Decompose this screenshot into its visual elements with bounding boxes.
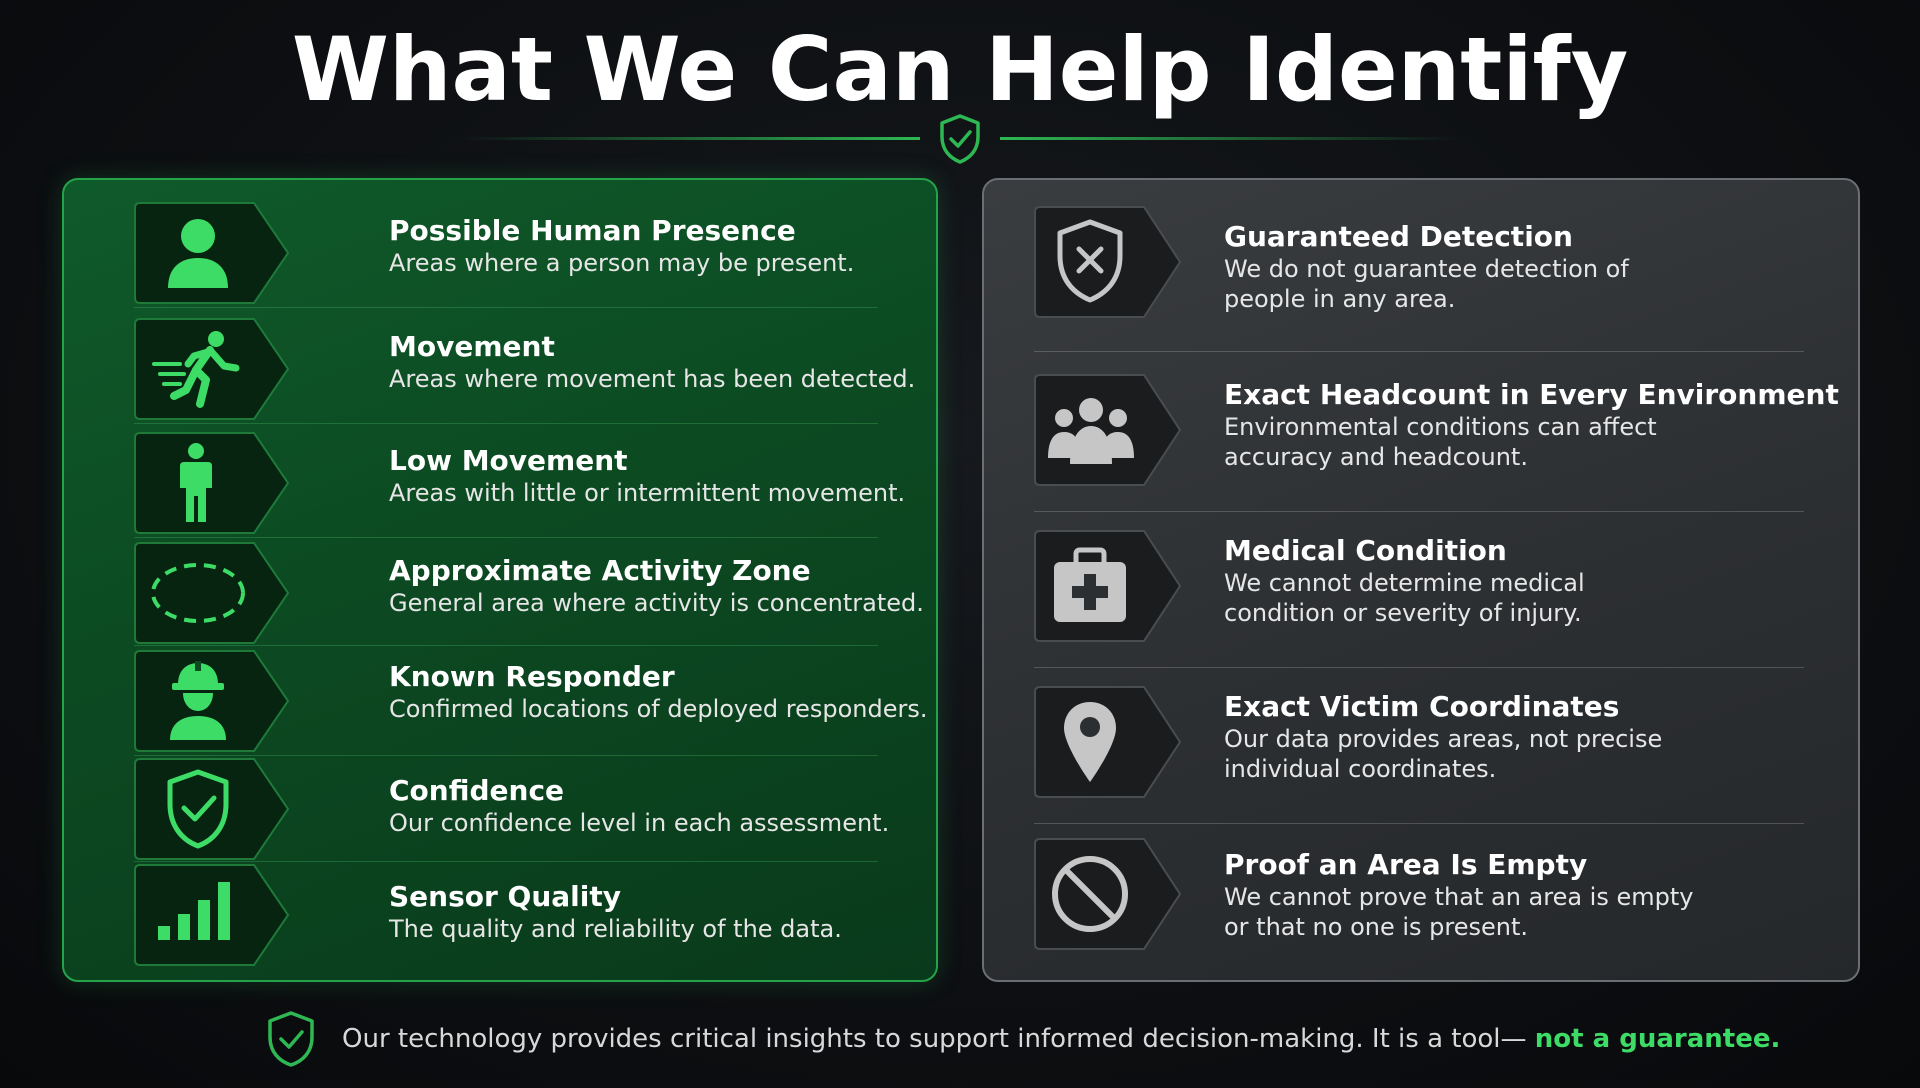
list-item: Approximate Activity Zone General area w… — [134, 538, 924, 646]
item-description: We do not guarantee detection of people … — [1224, 255, 1629, 313]
can-identify-panel: Possible Human Presence Areas where a pe… — [62, 178, 938, 982]
item-description: General area where activity is concentra… — [389, 589, 924, 617]
list-item: Medical Condition We cannot determine me… — [1034, 512, 1804, 668]
icon-badge — [1034, 374, 1182, 486]
item-description: Confirmed locations of deployed responde… — [389, 695, 928, 723]
item-title: Possible Human Presence — [389, 214, 796, 247]
list-item: Known Responder Confirmed locations of d… — [134, 646, 928, 756]
item-title: Approximate Activity Zone — [389, 554, 811, 587]
page-title: What We Can Help Identify — [291, 18, 1629, 121]
icon-badge — [134, 864, 290, 966]
shield-x-icon — [1057, 219, 1123, 303]
item-description: Areas where movement has been detected. — [389, 365, 916, 393]
icon-badge — [134, 758, 290, 860]
shield-check-icon — [167, 769, 229, 849]
item-description: Our confidence level in each assessment. — [389, 809, 890, 837]
item-description: The quality and reliability of the data. — [389, 915, 842, 943]
medical-kit-icon — [1054, 547, 1126, 622]
item-text: Guaranteed Detection We do not guarantee… — [1224, 220, 1694, 314]
title-divider-right — [1000, 137, 1460, 140]
item-text: Possible Human Presence Areas where a pe… — [389, 214, 854, 278]
list-item: Low Movement Areas with little or interm… — [134, 424, 905, 538]
dashed-ellipse-icon — [151, 563, 245, 623]
item-text: Medical Condition We cannot determine me… — [1224, 534, 1694, 628]
icon-badge — [1034, 530, 1182, 642]
list-item: Confidence Our confidence level in each … — [134, 756, 889, 862]
icon-badge — [134, 202, 290, 304]
icon-badge — [134, 318, 290, 420]
list-item: Sensor Quality The quality and reliabili… — [134, 862, 878, 970]
item-title: Low Movement — [389, 444, 628, 477]
icon-badge — [1034, 206, 1182, 318]
running-person-icon — [152, 331, 240, 408]
item-text: Sensor Quality The quality and reliabili… — [389, 880, 842, 944]
footer-statement: Our technology provides critical insight… — [342, 1024, 1535, 1054]
item-title: Medical Condition — [1224, 534, 1507, 567]
item-text: Confidence Our confidence level in each … — [389, 774, 889, 838]
item-title: Sensor Quality — [389, 880, 622, 913]
footer: Our technology provides critical insight… — [0, 1010, 1920, 1070]
signal-bars-icon — [158, 882, 230, 940]
item-title: Movement — [389, 330, 555, 363]
item-text: Proof an Area Is Empty We cannot prove t… — [1224, 848, 1694, 942]
item-description: We cannot determine medical condition or… — [1224, 569, 1585, 627]
footer-text: Our technology provides critical insight… — [342, 1024, 1780, 1054]
item-text: Approximate Activity Zone General area w… — [389, 554, 924, 618]
list-item: Exact Victim Coordinates Our data provid… — [1034, 668, 1804, 824]
cannot-identify-panel: Guaranteed Detection We do not guarantee… — [982, 178, 1860, 982]
item-title: Known Responder — [389, 660, 675, 693]
item-text: Movement Areas where movement has been d… — [389, 330, 915, 394]
prohibited-icon — [1052, 856, 1128, 932]
icon-badge — [1034, 686, 1182, 798]
item-description: Environmental conditions can affect accu… — [1224, 413, 1657, 471]
shield-check-icon — [268, 1011, 314, 1067]
list-item: Movement Areas where movement has been d… — [134, 308, 915, 424]
icon-badge — [134, 542, 290, 644]
shield-check-icon — [940, 114, 980, 164]
list-item: Proof an Area Is Empty We cannot prove t… — [1034, 824, 1804, 974]
item-description: Areas with little or intermittent moveme… — [389, 479, 906, 507]
list-item: Guaranteed Detection We do not guarantee… — [1034, 206, 1804, 352]
item-title: Proof an Area Is Empty — [1224, 848, 1588, 881]
item-title: Exact Headcount in Every Environment — [1224, 378, 1839, 411]
item-description: We cannot prove that an area is empty or… — [1224, 883, 1694, 941]
item-text: Known Responder Confirmed locations of d… — [389, 660, 928, 724]
list-item: Exact Headcount in Every Environment Env… — [1034, 352, 1839, 512]
group-people-icon — [1048, 398, 1134, 464]
standing-person-icon — [180, 443, 212, 522]
item-text: Exact Victim Coordinates Our data provid… — [1224, 690, 1694, 784]
list-item: Possible Human Presence Areas where a pe… — [134, 202, 878, 308]
item-text: Low Movement Areas with little or interm… — [389, 444, 905, 508]
item-title: Guaranteed Detection — [1224, 220, 1573, 253]
footer-emphasis: not a guarantee. — [1534, 1024, 1781, 1054]
person-icon — [168, 219, 228, 288]
item-title: Exact Victim Coordinates — [1224, 690, 1620, 723]
item-text: Exact Headcount in Every Environment Env… — [1224, 378, 1839, 472]
item-title: Confidence — [389, 774, 565, 807]
icon-badge — [1034, 838, 1182, 950]
item-description: Areas where a person may be present. — [389, 249, 855, 277]
map-pin-icon — [1064, 702, 1116, 782]
icon-badge — [134, 650, 290, 752]
hard-hat-responder-icon — [170, 661, 226, 740]
icon-badge — [134, 432, 290, 534]
item-description: Our data provides areas, not precise ind… — [1224, 725, 1663, 783]
title-divider-left — [460, 137, 920, 140]
